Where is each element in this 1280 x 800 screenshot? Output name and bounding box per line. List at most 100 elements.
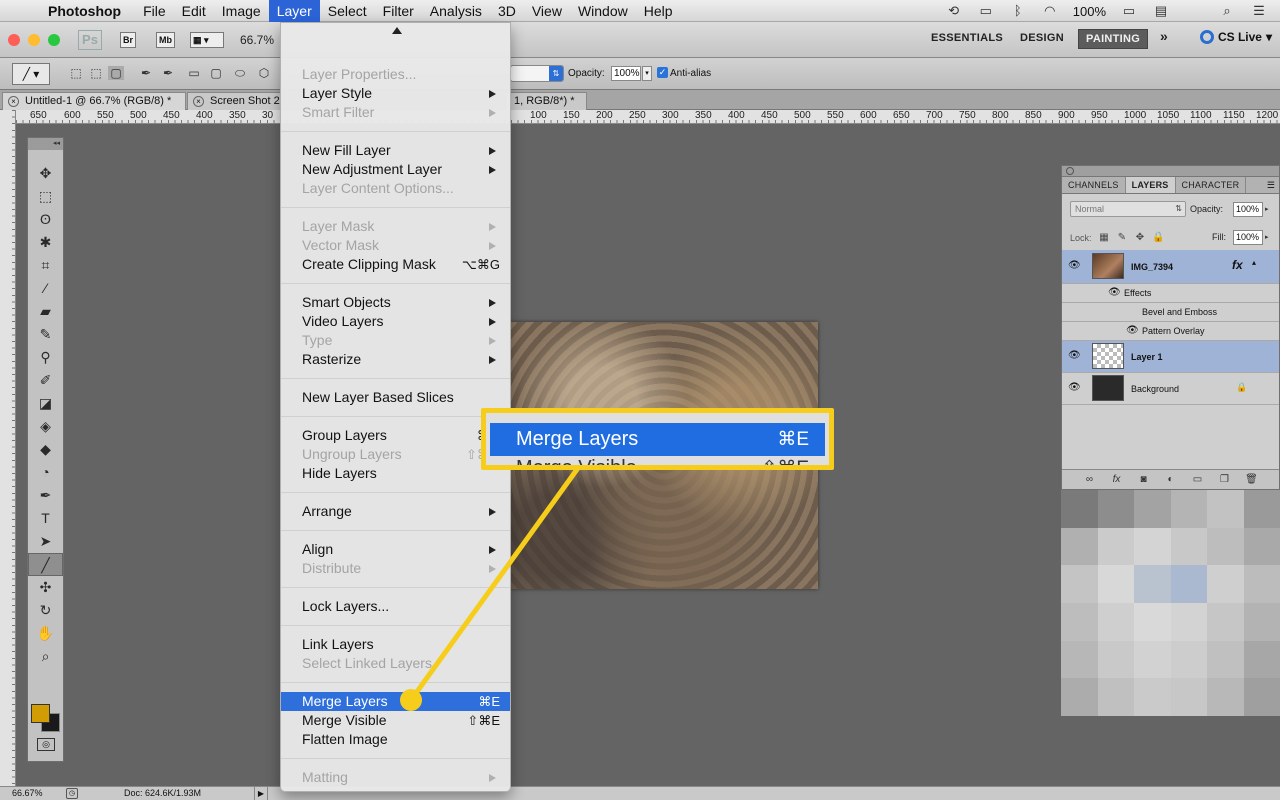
eyedropper-tool-icon[interactable]: ⁄ [28,277,63,300]
menu-layer[interactable]: Layer [268,0,320,22]
history-brush-icon[interactable]: ✐ [28,369,63,392]
rectangle-tool-icon[interactable]: ▭ [186,66,202,80]
fill-pixels-icon[interactable]: ▢ [108,66,124,80]
callout-merge-layers[interactable]: Merge Layers ⌘E [490,423,825,456]
visibility-eye-icon[interactable]: 👁 [1068,260,1081,271]
menu-image[interactable]: Image [214,0,269,22]
move-tool-icon[interactable]: ✥ [28,162,63,185]
menu-item-layer-style[interactable]: Layer Style [281,84,510,103]
menu-item-video-layers[interactable]: Video Layers [281,312,510,331]
menu-select[interactable]: Select [320,0,375,22]
menu-item-align[interactable]: Align [281,540,510,559]
new-group-icon[interactable]: ▭ [1191,474,1205,485]
menu-item-link-layers[interactable]: Link Layers [281,635,510,654]
link-layers-icon[interactable]: ∞ [1083,474,1097,485]
close-tab-icon[interactable]: × [193,96,204,107]
scroll-up-arrow-icon[interactable] [392,27,402,34]
zoom-window-button[interactable] [48,34,60,46]
new-layer-icon[interactable]: ❐ [1218,474,1232,485]
lock-position-icon[interactable]: ✥ [1134,232,1146,244]
visibility-eye-icon[interactable]: 👁 [1068,350,1081,361]
tool-preset-picker[interactable]: ╱ ▾ [12,63,50,85]
effect-bevel-emboss[interactable]: Bevel and Emboss [1062,303,1279,322]
tab-channels[interactable]: CHANNELS [1062,177,1126,193]
menu-item-new-layer-based-slices[interactable]: New Layer Based Slices [281,388,510,407]
menu-filter[interactable]: Filter [375,0,422,22]
add-layer-style-icon[interactable]: fx [1110,474,1124,485]
lasso-tool-icon[interactable]: ʘ [28,208,63,231]
menu-item-new-adjustment-layer[interactable]: New Adjustment Layer [281,160,510,179]
menu-item-merge-layers[interactable]: Merge Layers ⌘E [281,692,510,711]
3d-orbit-icon[interactable]: ↻ [28,599,63,622]
zoom-level[interactable]: 66.7% [240,33,274,47]
effects-row[interactable]: 👁 Effects [1062,284,1279,303]
opacity-dropdown-icon[interactable]: ▾ [642,66,652,81]
more-workspaces-button[interactable]: » [1160,28,1168,44]
blur-tool-icon[interactable]: ◆ [28,438,63,461]
panel-grip[interactable]: ◂◂ [28,138,63,150]
status-zoom[interactable]: 66.67% [12,787,43,800]
shape-layers-icon[interactable]: ⬚ [68,66,84,80]
layer-blend-mode-select[interactable]: Normal ⇅ [1070,201,1186,217]
hand-tool-icon[interactable]: ✋ [28,622,63,645]
menu-item-smart-objects[interactable]: Smart Objects [281,293,510,312]
brush-tool-icon[interactable]: ✎ [28,323,63,346]
adjustment-layer-icon[interactable]: ◐ [1164,474,1178,485]
pen-tool-icon[interactable]: ✒ [28,484,63,507]
eraser-tool-icon[interactable]: ◪ [28,392,63,415]
cs-live-button[interactable]: CS Live ▾ [1199,30,1272,44]
lock-all-icon[interactable]: 🔒 [1152,232,1164,244]
tab-untitled-1[interactable]: × Untitled-1 @ 66.7% (RGB/8) * [2,92,186,110]
zoom-tool-icon[interactable]: ⌕ [28,645,63,668]
clone-stamp-icon[interactable]: ⚲ [28,346,63,369]
rounded-rectangle-icon[interactable]: ▢ [208,66,224,80]
menu-item-lock-layers[interactable]: Lock Layers... [281,597,510,616]
input-flag-icon[interactable]: ▤ [1152,4,1170,18]
launch-bridge-button[interactable]: Br [120,32,137,48]
layer-opacity-input[interactable]: 100% [1233,202,1263,217]
paths-icon[interactable]: ⬚ [88,66,104,80]
freeform-pen-icon[interactable]: ✒ [160,66,176,80]
menu-edit[interactable]: Edit [174,0,214,22]
workspace-design[interactable]: DESIGN [1020,32,1064,44]
lock-transparency-icon[interactable]: ▦ [1098,232,1110,244]
workspace-essentials[interactable]: ESSENTIALS [931,32,1003,44]
menu-item-new-fill-layer[interactable]: New Fill Layer [281,141,510,160]
effect-eye-icon[interactable]: 👁 [1126,325,1139,336]
tab-screen-shot[interactable]: × Screen Shot 2 [187,92,281,110]
tab-character[interactable]: CHARACTER [1176,177,1247,193]
menu-item-merge-visible[interactable]: Merge Visible ⇧⌘E [281,711,510,730]
quick-select-tool-icon[interactable]: ✱ [28,231,63,254]
add-mask-icon[interactable]: ◙ [1137,474,1151,485]
crop-tool-icon[interactable]: ⌗ [28,254,63,277]
panel-menu-icon[interactable]: ☰ [1263,177,1279,193]
lock-image-icon[interactable]: ✎ [1116,232,1128,244]
effect-pattern-overlay[interactable]: 👁 Pattern Overlay [1062,322,1279,341]
spotlight-search-icon[interactable]: ⌕ [1218,4,1236,18]
menu-window[interactable]: Window [570,0,636,22]
healing-brush-icon[interactable]: ▰ [28,300,63,323]
opacity-input[interactable]: 100% [611,66,641,81]
tab-third-document[interactable]: 1, RGB/8*) * [505,92,587,110]
battery-icon[interactable]: ▭ [1120,4,1138,18]
marquee-tool-icon[interactable]: ⬚ [28,185,63,208]
layer-row-background[interactable]: 👁 Background 🔒 [1062,373,1279,405]
close-window-button[interactable] [8,34,20,46]
airplay-icon[interactable]: ▭ [977,4,995,18]
tab-layers[interactable]: LAYERS [1125,177,1176,193]
wifi-icon[interactable]: ◠ [1041,4,1059,18]
menu-item-group-layers[interactable]: Group Layers⌘G [281,426,510,445]
fx-icon[interactable]: fx [1232,258,1243,272]
3d-rotate-icon[interactable]: ✣ [28,576,63,599]
layer-row-img-7394[interactable]: 👁 IMG_7394 fx ▴ [1062,250,1279,284]
opacity-arrow-icon[interactable]: ▸ [1265,202,1273,217]
menu-item-create-clipping-mask[interactable]: Create Clipping Mask ⌥⌘G [281,255,510,274]
collapse-effects-icon[interactable]: ▴ [1252,258,1256,267]
menu-item-rasterize[interactable]: Rasterize [281,350,510,369]
panel-titlebar[interactable] [1062,166,1279,177]
launch-mini-bridge-button[interactable]: Mb [156,32,175,48]
antialias-checkbox[interactable]: ✓ [657,67,668,78]
polygon-tool-icon[interactable]: ⬡ [256,66,272,80]
time-machine-icon[interactable]: ⟲ [945,4,963,18]
menu-item-flatten-image[interactable]: Flatten Image [281,730,510,749]
